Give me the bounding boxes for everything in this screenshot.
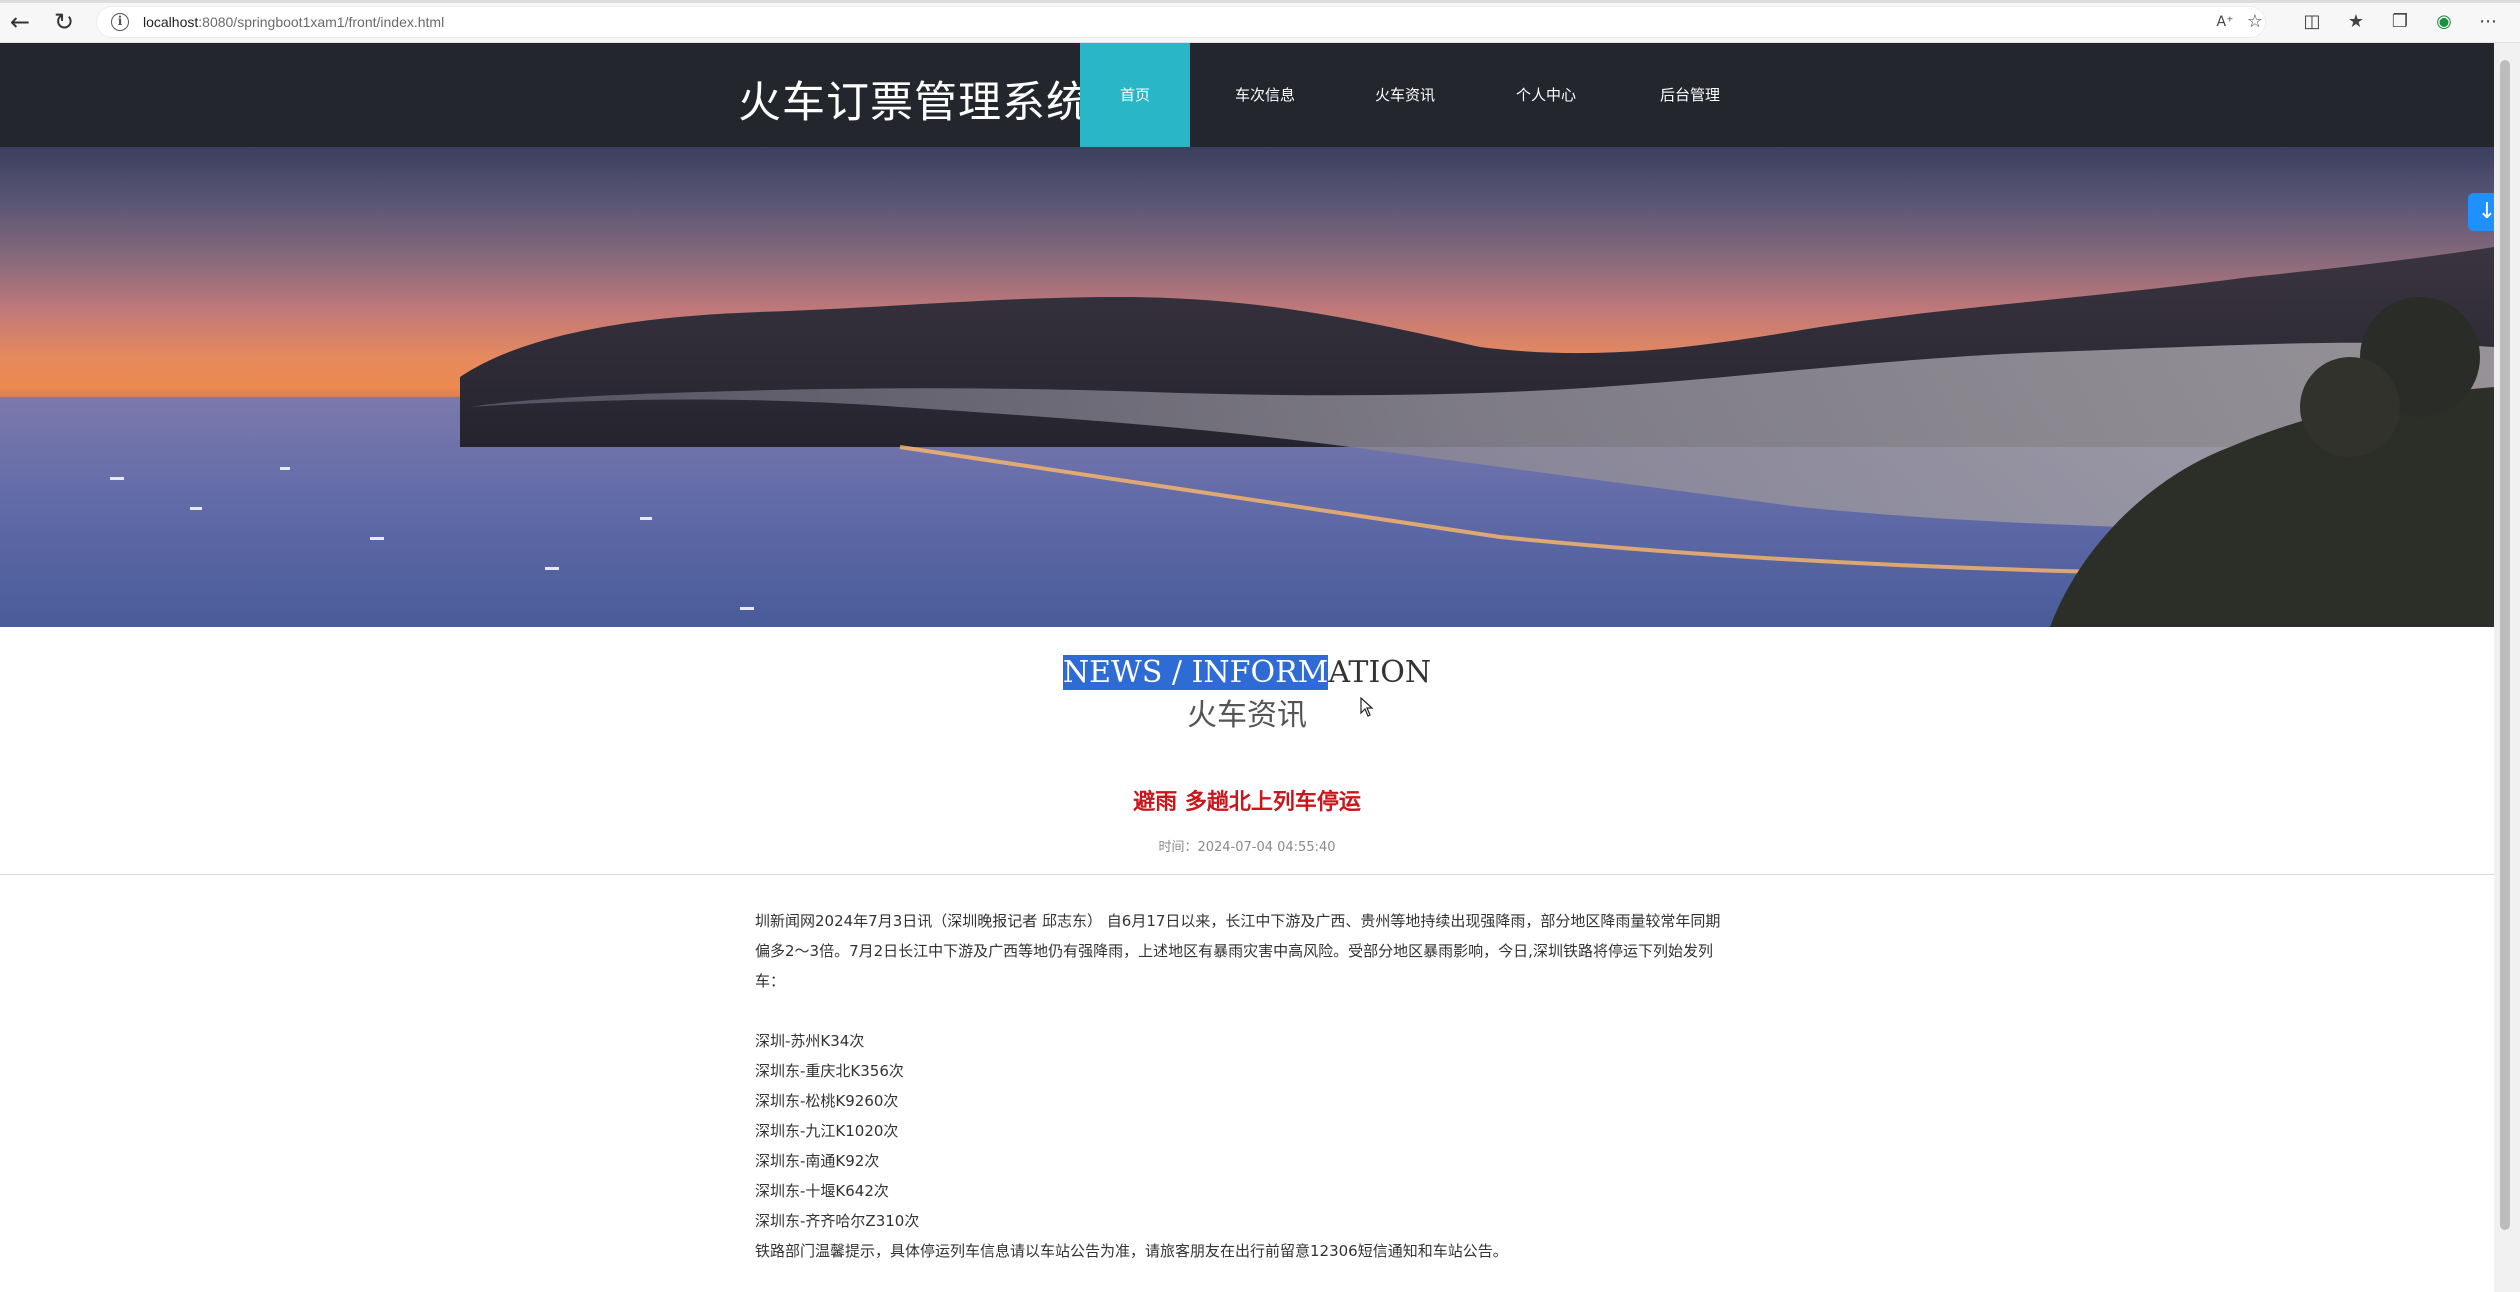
tab-strip-edge: [0, 0, 2520, 3]
selected-text: NEWS / INFORM: [1062, 655, 1329, 690]
nav-train-news[interactable]: 火车资讯: [1355, 43, 1455, 147]
nav-home[interactable]: 首页: [1080, 43, 1190, 147]
section-title-cn: 火车资讯: [1187, 698, 1307, 733]
train-item: 深圳东-南通K92次: [755, 1152, 880, 1170]
url-text[interactable]: localhost:8080/springboot1xam1/front/ind…: [143, 14, 444, 30]
coastal-town-illustration: [0, 247, 2494, 627]
train-item: 深圳东-九江K1020次: [755, 1122, 899, 1140]
nav-train-info[interactable]: 车次信息: [1215, 43, 1315, 147]
favorite-star-icon[interactable]: ☆: [2243, 10, 2267, 34]
site-title: 火车订票管理系统: [738, 78, 1090, 128]
train-item: 深圳东-十堰K642次: [755, 1182, 889, 1200]
more-menu-icon[interactable]: ⋯: [2476, 10, 2500, 34]
article-title: 避雨 多趟北上列车停运: [1133, 790, 1361, 815]
site-header: 火车订票管理系统 首页 车次信息 火车资讯 个人中心 后台管理: [0, 43, 2494, 147]
read-aloud-icon[interactable]: A⁺: [2213, 10, 2237, 34]
article-time: 时间：2024-07-04 04:55:40: [1158, 840, 1336, 855]
divider: [0, 874, 2494, 875]
collections-icon[interactable]: ❐: [2388, 10, 2412, 34]
article-notice: 铁路部门温馨提示，具体停运列车信息请以车站公告为准，请旅客朋友在出行前留意123…: [755, 1242, 1508, 1260]
back-icon[interactable]: ←: [6, 8, 34, 36]
reload-icon[interactable]: ↻: [50, 8, 78, 36]
article-intro: 圳新闻网2024年7月3日讯（深圳晚报记者 邱志东） 自6月17日以来，长江中下…: [755, 912, 1721, 990]
page-scrollbar-thumb[interactable]: [2500, 60, 2510, 1230]
url-host: localhost: [143, 14, 199, 30]
nav-personal-center[interactable]: 个人中心: [1496, 43, 1596, 147]
favorites-icon[interactable]: ★: [2344, 10, 2368, 34]
section-title-en: NEWS / INFORMATION: [0, 655, 2494, 690]
section-title-en-rest: ATION: [1328, 655, 1432, 690]
site-info-icon[interactable]: i: [111, 13, 129, 31]
train-item: 深圳东-重庆北K356次: [755, 1062, 904, 1080]
train-item: 深圳东-齐齐哈尔Z310次: [755, 1212, 920, 1230]
browser-toolbar: ← ↻ i localhost:8080/springboot1xam1/fro…: [0, 0, 2520, 43]
nav-admin[interactable]: 后台管理: [1640, 43, 1740, 147]
url-path: :8080/springboot1xam1/front/index.html: [198, 14, 445, 30]
train-item: 深圳-苏州K34次: [755, 1032, 865, 1050]
mouse-cursor-icon: [1360, 697, 1374, 717]
extension-icon[interactable]: ◉: [2432, 10, 2456, 34]
train-item: 深圳东-松桃K9260次: [755, 1092, 899, 1110]
banner-image: [0, 147, 2494, 627]
article-body: 圳新闻网2024年7月3日讯（深圳晚报记者 邱志东） 自6月17日以来，长江中下…: [755, 906, 1727, 1266]
split-screen-icon[interactable]: ◫: [2300, 10, 2324, 34]
address-bar[interactable]: i localhost:8080/springboot1xam1/front/i…: [96, 6, 2266, 38]
